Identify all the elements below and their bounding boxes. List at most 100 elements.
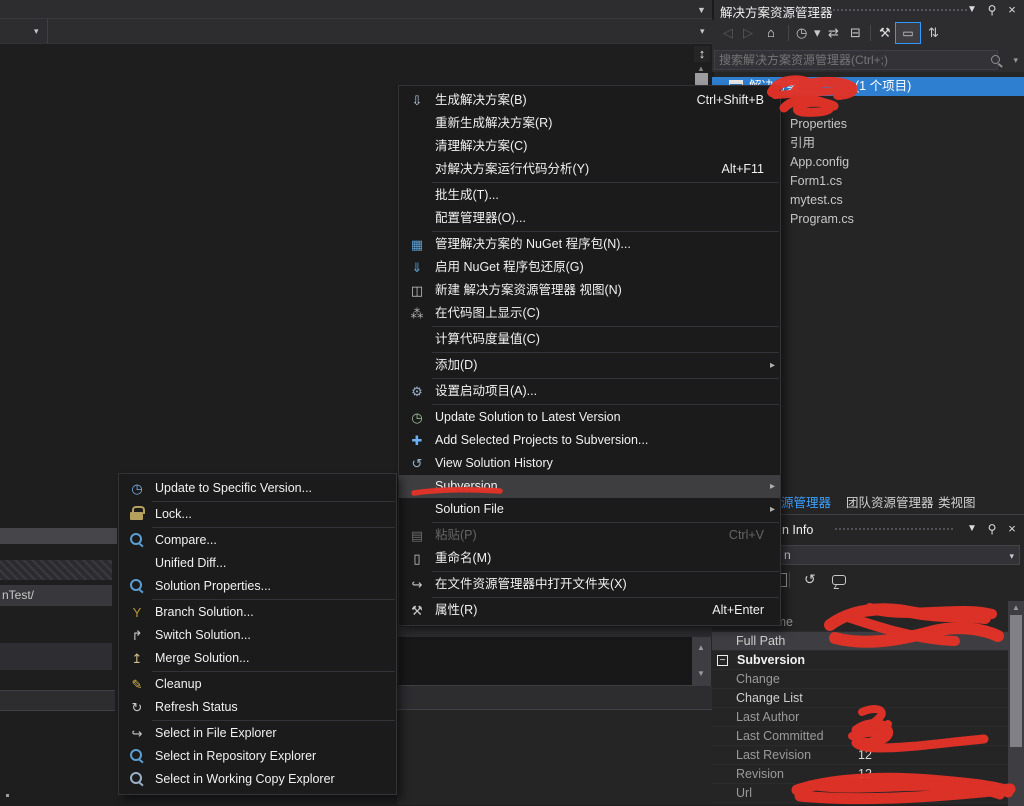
menu-item-label: Switch Solution... (155, 624, 251, 647)
menu-item-rename[interactable]: ▯重命名(M) (399, 547, 780, 570)
property-row-url[interactable]: Url (712, 784, 1008, 803)
submenu-arrow-icon: ▸ (770, 475, 775, 498)
properties-scrollbar[interactable]: ▲ (1008, 601, 1024, 806)
toolbar-overflow-icon[interactable]: ▼ (697, 5, 706, 15)
submenu-item-solution-properties[interactable]: Solution Properties... (119, 575, 396, 598)
output-scrollbar[interactable]: ▲▼ (692, 637, 711, 686)
menu-separator (152, 599, 395, 600)
chevron-down-icon[interactable]: ▾ (1013, 55, 1018, 66)
collapse-all-icon[interactable]: ⊟ (850, 25, 861, 41)
property-label: Change (736, 670, 854, 689)
solution-explorer-titlebar[interactable]: 解决方案资源管理器 ▼ ⚲ × (714, 0, 1024, 20)
property-row-last-author[interactable]: Last Author (712, 708, 1008, 727)
property-row-last-revision[interactable]: Last Revision12 (712, 746, 1008, 765)
submenu-item-lock[interactable]: Lock... (119, 503, 396, 526)
scrollbar-thumb[interactable] (1010, 615, 1022, 747)
menu-item-configuration-manager[interactable]: 配置管理器(O)... (399, 207, 780, 230)
scroll-up-icon[interactable]: ▲ (697, 643, 705, 652)
tab-class-view[interactable]: 类视图 (938, 492, 976, 511)
chevron-down-icon[interactable]: ▾ (700, 26, 705, 37)
menu-item-label: Subversion (435, 475, 498, 498)
property-label: Revision (736, 765, 854, 784)
menu-item-show-on-code-map[interactable]: ⁂在代码图上显示(C) (399, 302, 780, 325)
collapse-icon[interactable]: − (717, 655, 728, 666)
scroll-up-icon[interactable]: ▲ (1012, 603, 1020, 612)
comment-bubble-icon[interactable] (832, 575, 846, 585)
tree-item-form1-cs[interactable]: Form1.cs (790, 172, 1010, 191)
toolbar-combobox[interactable]: ▾ (0, 19, 48, 43)
submenu-item-branch-solution[interactable]: YBranch Solution... (119, 601, 396, 624)
home-icon[interactable]: ⌂ (767, 25, 775, 40)
properties-wrench-icon[interactable]: ⚒ (879, 25, 891, 41)
close-icon[interactable]: × (1004, 2, 1020, 18)
tab-solution-explorer[interactable]: 源管理器 (781, 492, 831, 511)
menu-item-new-solution-explorer-view[interactable]: ◫新建 解决方案资源管理器 视图(N) (399, 279, 780, 302)
property-row-subversion[interactable]: −Subversion (712, 651, 1008, 670)
submenu-item-select-in-file-explorer[interactable]: ↪Select in File Explorer (119, 722, 396, 745)
back-icon[interactable]: ◁ (723, 25, 733, 41)
submenu-item-merge-solution[interactable]: ↥Merge Solution... (119, 647, 396, 670)
panel-title: n Info (782, 523, 813, 537)
sync-with-active-document-icon[interactable]: ⇅ (928, 25, 939, 41)
submenu-item-unified-diff[interactable]: Unified Diff... (119, 552, 396, 575)
menu-item-view-solution-history[interactable]: ↺View Solution History (399, 452, 780, 475)
property-row-revision[interactable]: Revision12 (712, 765, 1008, 784)
submenu-item-compare[interactable]: Compare... (119, 529, 396, 552)
submenu-item-cleanup[interactable]: ✎Cleanup (119, 673, 396, 696)
menu-item-open-folder-in-explorer[interactable]: ↪在文件资源管理器中打开文件夹(X) (399, 573, 780, 596)
menu-separator (432, 522, 779, 523)
property-row-change-list[interactable]: Change List (712, 689, 1008, 708)
pin-icon[interactable]: ⚲ (984, 2, 1000, 18)
property-row-change[interactable]: Change (712, 670, 1008, 689)
submenu-item-switch-solution[interactable]: ↱Switch Solution... (119, 624, 396, 647)
tree-item-program-cs[interactable]: Program.cs (790, 210, 1010, 229)
menu-item-rebuild-solution[interactable]: 重新生成解决方案(R) (399, 112, 780, 135)
tree-item-mytest-cs[interactable]: mytest.cs (790, 191, 1010, 210)
menu-item-add-selected-to-subversion[interactable]: ✚Add Selected Projects to Subversion... (399, 429, 780, 452)
pin-icon[interactable]: ⚲ (984, 521, 1000, 537)
tree-item-app-config[interactable]: App.config (790, 153, 1010, 172)
menu-item-label: 在文件资源管理器中打开文件夹(X) (435, 573, 627, 596)
tree-item-properties[interactable]: Properties (790, 115, 1010, 134)
show-all-files-button[interactable]: ▭ (895, 22, 921, 44)
menu-item-clean-solution[interactable]: 清理解决方案(C) (399, 135, 780, 158)
menu-item-run-code-analysis[interactable]: 对解决方案运行代码分析(Y)Alt+F11 (399, 158, 780, 181)
history-icon[interactable]: ↺ (804, 571, 816, 588)
submenu-item-update-specific-version[interactable]: ◷Update to Specific Version... (119, 477, 396, 500)
left-panel-band (0, 528, 117, 544)
scroll-down-icon[interactable]: ▼ (697, 669, 705, 678)
menu-item-batch-build[interactable]: 批生成(T)... (399, 184, 780, 207)
menu-item-update-solution-latest[interactable]: ◷Update Solution to Latest Version (399, 406, 780, 429)
scroll-up-icon[interactable]: ▲ (697, 64, 705, 73)
close-icon[interactable]: × (1004, 521, 1020, 537)
menu-item-subversion[interactable]: Subversion ▸ (399, 475, 780, 498)
tree-item--[interactable]: 引用 (790, 134, 1010, 153)
menu-item-properties[interactable]: ⚒属性(R)Alt+Enter (399, 599, 780, 622)
forward-icon[interactable]: ▷ (743, 25, 753, 41)
submenu-item-select-in-repository-explorer[interactable]: Select in Repository Explorer (119, 745, 396, 768)
refresh-icon[interactable]: ⇄ (828, 25, 839, 41)
property-label: Last Author (736, 708, 854, 727)
property-row-last-committed[interactable]: Last Committed (712, 727, 1008, 746)
tab-team-explorer[interactable]: 团队资源管理器 (846, 492, 934, 511)
ntest-label: nTest/ (2, 588, 34, 602)
submenu-item-refresh-status[interactable]: ↻Refresh Status (119, 696, 396, 719)
search-input[interactable] (714, 50, 998, 70)
left-panel-band (0, 690, 115, 711)
menu-item-enable-nuget-restore[interactable]: ⇓启用 NuGet 程序包还原(G) (399, 256, 780, 279)
menu-item-paste[interactable]: ▤粘贴(P)Ctrl+V (399, 524, 780, 547)
pending-changes-filter-icon[interactable]: ◷ (796, 25, 807, 41)
menu-item-set-startup-projects[interactable]: ⚙设置启动项目(A)... (399, 380, 780, 403)
filter-dropdown-arrow[interactable]: ▾ (814, 25, 821, 41)
splitter-grip-icon[interactable]: ↕ (694, 46, 710, 62)
menu-item-calculate-code-metrics[interactable]: 计算代码度量值(C) (399, 328, 780, 351)
submenu-item-select-in-working-copy-explorer[interactable]: Select in Working Copy Explorer (119, 768, 396, 791)
property-row-full-path[interactable]: Full Path (712, 632, 1008, 651)
window-position-icon[interactable]: ▼ (964, 521, 980, 537)
menu-item-add[interactable]: 添加(D)▸ (399, 354, 780, 377)
menu-item-manage-nuget-packages[interactable]: ▦管理解决方案的 NuGet 程序包(N)... (399, 233, 780, 256)
menu-item-build-solution[interactable]: ⇩生成解决方案(B)Ctrl+Shift+B (399, 89, 780, 112)
search-icon[interactable] (990, 54, 1004, 68)
menu-item-solution-file[interactable]: Solution File▸ (399, 498, 780, 521)
window-position-icon[interactable]: ▼ (964, 2, 980, 18)
